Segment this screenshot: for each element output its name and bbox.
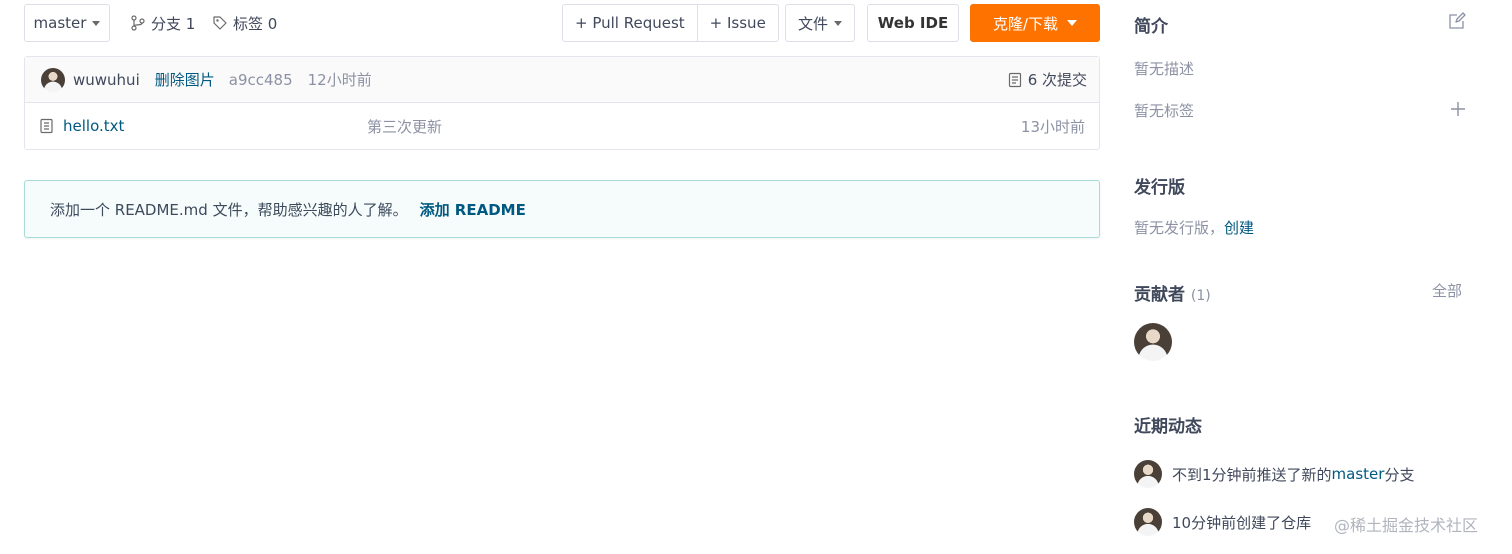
file-commit-message[interactable]: 第三次更新 [367,116,442,137]
no-description: 暂无描述 [1134,60,1195,78]
contributors-title-label: 贡献者 [1134,285,1185,305]
web-ide-button[interactable]: Web IDE [867,4,959,42]
branches-label: 分支 1 [151,14,196,33]
create-release-link[interactable]: 创建 [1224,219,1254,237]
list-item: 不到1分钟前推送了新的 master 分支 [1134,460,1414,488]
clone-download-label: 克隆/下载 [992,14,1059,33]
commit-count: 6 次提交 [1027,71,1087,89]
commit-message[interactable]: 删除图片 [155,69,215,90]
file-list: wuwuhui 删除图片 a9cc485 12小时前 6 次提交 hello.t… [24,56,1100,150]
repo-toolbar: master 分支 1 标签 0 + Pull Request + Issue … [24,4,1100,42]
table-row: hello.txt 第三次更新 13小时前 [25,103,1099,149]
activity-suffix: 分支 [1384,465,1415,484]
files-dropdown[interactable]: 文件 [785,4,855,42]
avatar[interactable] [41,67,65,92]
tags-label: 标签 0 [233,14,278,33]
caret-down-icon [1067,20,1078,26]
branch-select[interactable]: master [24,4,110,42]
repo-main: master 分支 1 标签 0 + Pull Request + Issue … [24,4,1100,238]
activity-prefix: 不到1分钟前推送了新的 [1172,465,1332,484]
tag-icon [213,16,227,30]
watermark: @稀土掘金技术社区 [1334,516,1479,535]
no-tags: 暂无标签 [1134,102,1195,120]
readme-hint: 添加一个 README.md 文件，帮助感兴趣的人了解。 添加 README [24,180,1100,238]
avatar[interactable] [1134,508,1162,536]
caret-down-icon [834,20,842,26]
all-contributors-link[interactable]: 全部 [1432,280,1462,301]
avatar[interactable] [1134,460,1162,488]
new-issue-button[interactable]: + Issue [696,5,778,41]
activity-text: 10分钟前创建了仓库 [1172,513,1312,532]
file-text-icon [40,118,53,134]
file-name-link[interactable]: hello.txt [63,117,124,135]
no-release-text: 暂无发行版， [1134,219,1225,237]
files-dropdown-label: 文件 [797,14,828,33]
branch-icon [131,15,145,31]
pr-issue-group: + Pull Request + Issue [562,4,779,42]
clone-download-button[interactable]: 克隆/下载 [970,4,1100,42]
commit-count-link[interactable]: 6 次提交 [1008,69,1087,90]
add-readme-link[interactable]: 添加 README [420,199,526,220]
readme-hint-text: 添加一个 README.md 文件，帮助感兴趣的人了解。 [50,200,408,219]
contributors-count: (1) [1190,288,1211,304]
activity-title: 近期动态 [1134,417,1202,437]
contributors-title: 贡献者 (1) [1134,280,1211,305]
activity-branch-link[interactable]: master [1332,465,1385,483]
file-commit-time: 13小时前 [1020,117,1085,136]
intro-title: 简介 [1134,17,1168,37]
branches-link[interactable]: 分支 1 [130,4,195,42]
latest-commit-row: wuwuhui 删除图片 a9cc485 12小时前 6 次提交 [25,57,1099,103]
release-info: 暂无发行版，创建 [1134,217,1254,238]
avatar[interactable] [1134,323,1172,361]
branch-select-label: master [33,14,87,32]
commit-time: 12小时前 [307,71,372,89]
tags-link[interactable]: 标签 0 [212,4,277,42]
plus-icon[interactable] [1450,101,1466,117]
release-title: 发行版 [1134,178,1185,198]
new-pull-request-button[interactable]: + Pull Request [563,5,697,41]
caret-down-icon [92,20,101,26]
commit-author[interactable]: wuwuhui [73,71,140,89]
commit-log-icon [1008,72,1021,87]
list-item: 10分钟前创建了仓库 [1134,508,1311,536]
commit-sha[interactable]: a9cc485 [229,71,293,89]
edit-icon[interactable] [1448,12,1466,30]
